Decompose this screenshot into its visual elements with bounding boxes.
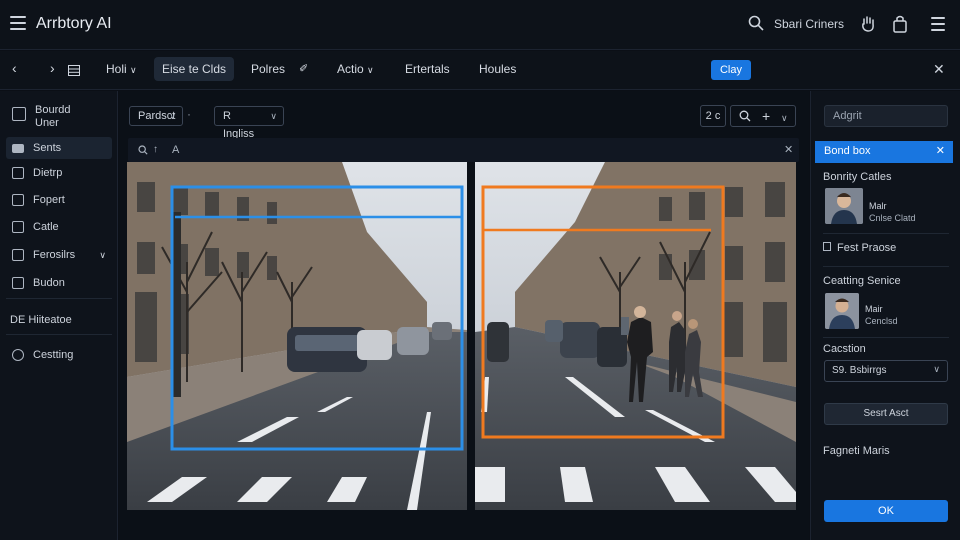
add-icon[interactable]: +: [762, 107, 770, 125]
panel-link-label: Fest Praose: [837, 242, 897, 254]
split-divider[interactable]: [467, 162, 475, 510]
person-name: Mair: [865, 304, 883, 314]
right-panel: Adgrit Bond box ✕ Bonrity Catles Malr Cn…: [810, 91, 960, 540]
search-icon[interactable]: [748, 15, 764, 31]
right-image: [475, 162, 796, 510]
caption-select[interactable]: S9. Bsbirrgs ∨: [824, 360, 948, 382]
export-icon: [12, 194, 24, 206]
section-title: Bonrity Catles: [823, 171, 892, 183]
search-label[interactable]: Sbari Criners: [774, 17, 844, 31]
bag-icon[interactable]: [892, 15, 908, 33]
dataset-dropdown[interactable]: Pardsct ∨: [129, 106, 183, 126]
sidebar-item-dietrp[interactable]: Dietrp: [6, 162, 112, 184]
secondary-button[interactable]: Sesrt Asct: [824, 403, 948, 425]
hamburger-menu-icon[interactable]: [10, 16, 26, 32]
panel-divider: [823, 233, 949, 234]
forward-arrow-icon[interactable]: ›: [50, 60, 55, 76]
hand-icon[interactable]: [860, 15, 876, 33]
panel-search-input[interactable]: Adgrit: [824, 105, 948, 127]
chevron-down-icon[interactable]: ∨: [781, 109, 788, 127]
user-icon: [12, 107, 26, 121]
canvas-search-bar[interactable]: ↑ A ✕: [128, 138, 799, 162]
folder-icon: [12, 143, 24, 153]
sidebar-item-label: Ferosilrs: [33, 249, 76, 261]
menu-actio[interactable]: Actio ∨: [337, 62, 374, 76]
sidebar-section-heading[interactable]: DE Hiiteatoe: [10, 309, 116, 331]
avatar: [825, 293, 859, 329]
grid-icon: [12, 221, 24, 233]
labels-dropdown[interactable]: R Ingliss ∨: [214, 106, 284, 140]
section-title: Ceatting Senice: [823, 275, 901, 287]
view-controls[interactable]: + ∨: [730, 105, 796, 127]
panel-divider: [823, 337, 949, 338]
street-scene-image: [127, 162, 796, 510]
panel-divider: [823, 266, 949, 267]
image-canvas[interactable]: [127, 162, 796, 510]
bounding-box-tab[interactable]: Bond box ✕: [815, 141, 953, 163]
menu-houles[interactable]: Houles: [479, 62, 516, 76]
dropdown-value: R Ingliss: [223, 110, 255, 140]
sidebar-user[interactable]: Bourdd Uner: [6, 103, 112, 135]
ok-button[interactable]: OK: [824, 500, 948, 522]
filter-icon: [12, 249, 24, 261]
search-icon: [138, 145, 148, 155]
person-subtitle: Cnlse Clatd: [869, 213, 916, 223]
clay-button[interactable]: Clay: [711, 60, 751, 80]
clear-search-icon[interactable]: ✕: [784, 143, 793, 156]
sidebar-item-label: Catle: [33, 221, 59, 233]
menu-ertertals[interactable]: Ertertals: [405, 62, 450, 76]
section-title: Cacstion: [823, 343, 866, 355]
person-subtitle: Cenclsd: [865, 316, 898, 326]
search-text: A: [172, 144, 180, 156]
text-cursor-icon: ↑: [153, 144, 158, 155]
main-workspace: Pardsct ∨ · R Ingliss ∨ 2 c + ∨ ↑ A ✕: [119, 91, 809, 540]
document-icon: [12, 167, 24, 179]
chevron-down-icon: ∨: [169, 111, 176, 121]
person-name: Malr: [869, 201, 887, 211]
chevron-down-icon: ∨: [933, 364, 940, 374]
sidebar-item-label: Budon: [33, 277, 65, 289]
gear-icon: [12, 349, 24, 361]
sidebar-item-sents[interactable]: Sents: [6, 137, 112, 159]
sidebar-item-budon[interactable]: Budon: [6, 272, 112, 294]
document-icon: [823, 242, 831, 251]
back-arrow-icon[interactable]: ‹: [12, 60, 17, 76]
sidebar-item-fopert[interactable]: Fopert: [6, 189, 112, 211]
zoom-level[interactable]: 2 c: [700, 105, 726, 127]
select-value: S9. Bsbirrgs: [832, 365, 887, 376]
box-icon: [12, 277, 24, 289]
more-menu-icon[interactable]: [931, 17, 945, 31]
app-title: Arrbtory AI: [36, 15, 112, 32]
sidebar-divider: [6, 298, 112, 299]
sidebar-user-label-1: Bourdd: [35, 104, 71, 116]
sidebar-item-label: Sents: [33, 142, 62, 154]
panel-link-item[interactable]: Fest Praose: [823, 242, 896, 254]
list-icon[interactable]: [68, 65, 80, 76]
sidebar-item-label: Cestting: [33, 349, 74, 361]
sidebar-item-catle[interactable]: Catle: [6, 216, 112, 238]
chevron-down-icon: ∨: [270, 111, 277, 121]
left-sidebar: Bourdd Uner Sents Dietrp Fopert Catle Fer…: [0, 91, 118, 540]
menu-polres[interactable]: Polres: [251, 62, 285, 76]
section-title: Fagneti Maris: [823, 445, 890, 457]
menu-eise-te-clds[interactable]: Eise te Clds: [154, 57, 235, 81]
bbox-tab-label: Bond box: [824, 145, 871, 157]
toolbar: ‹ › Holi ∨ Eise te Clds Polres ✐ Actio ∨…: [0, 51, 960, 90]
close-icon[interactable]: ✕: [936, 144, 945, 157]
chevron-down-icon: ∨: [99, 249, 106, 260]
menu-holi[interactable]: Holi ∨: [106, 62, 137, 76]
sidebar-item-label: Fopert: [33, 194, 65, 206]
sidebar-divider: [6, 334, 112, 335]
sidebar-item-ferosilrs[interactable]: Ferosilrs ∨: [6, 244, 112, 266]
close-icon[interactable]: ✕: [933, 61, 945, 78]
sidebar-item-label: Dietrp: [33, 167, 63, 179]
left-image: [127, 162, 467, 510]
zoom-icon[interactable]: [739, 110, 751, 122]
sidebar-user-label-2: Uner: [35, 117, 59, 129]
sidebar-item-settings[interactable]: Cestting: [6, 344, 112, 366]
separator-dot: ·: [187, 107, 191, 121]
pen-icon[interactable]: ✐: [299, 62, 308, 75]
avatar: [825, 188, 863, 224]
